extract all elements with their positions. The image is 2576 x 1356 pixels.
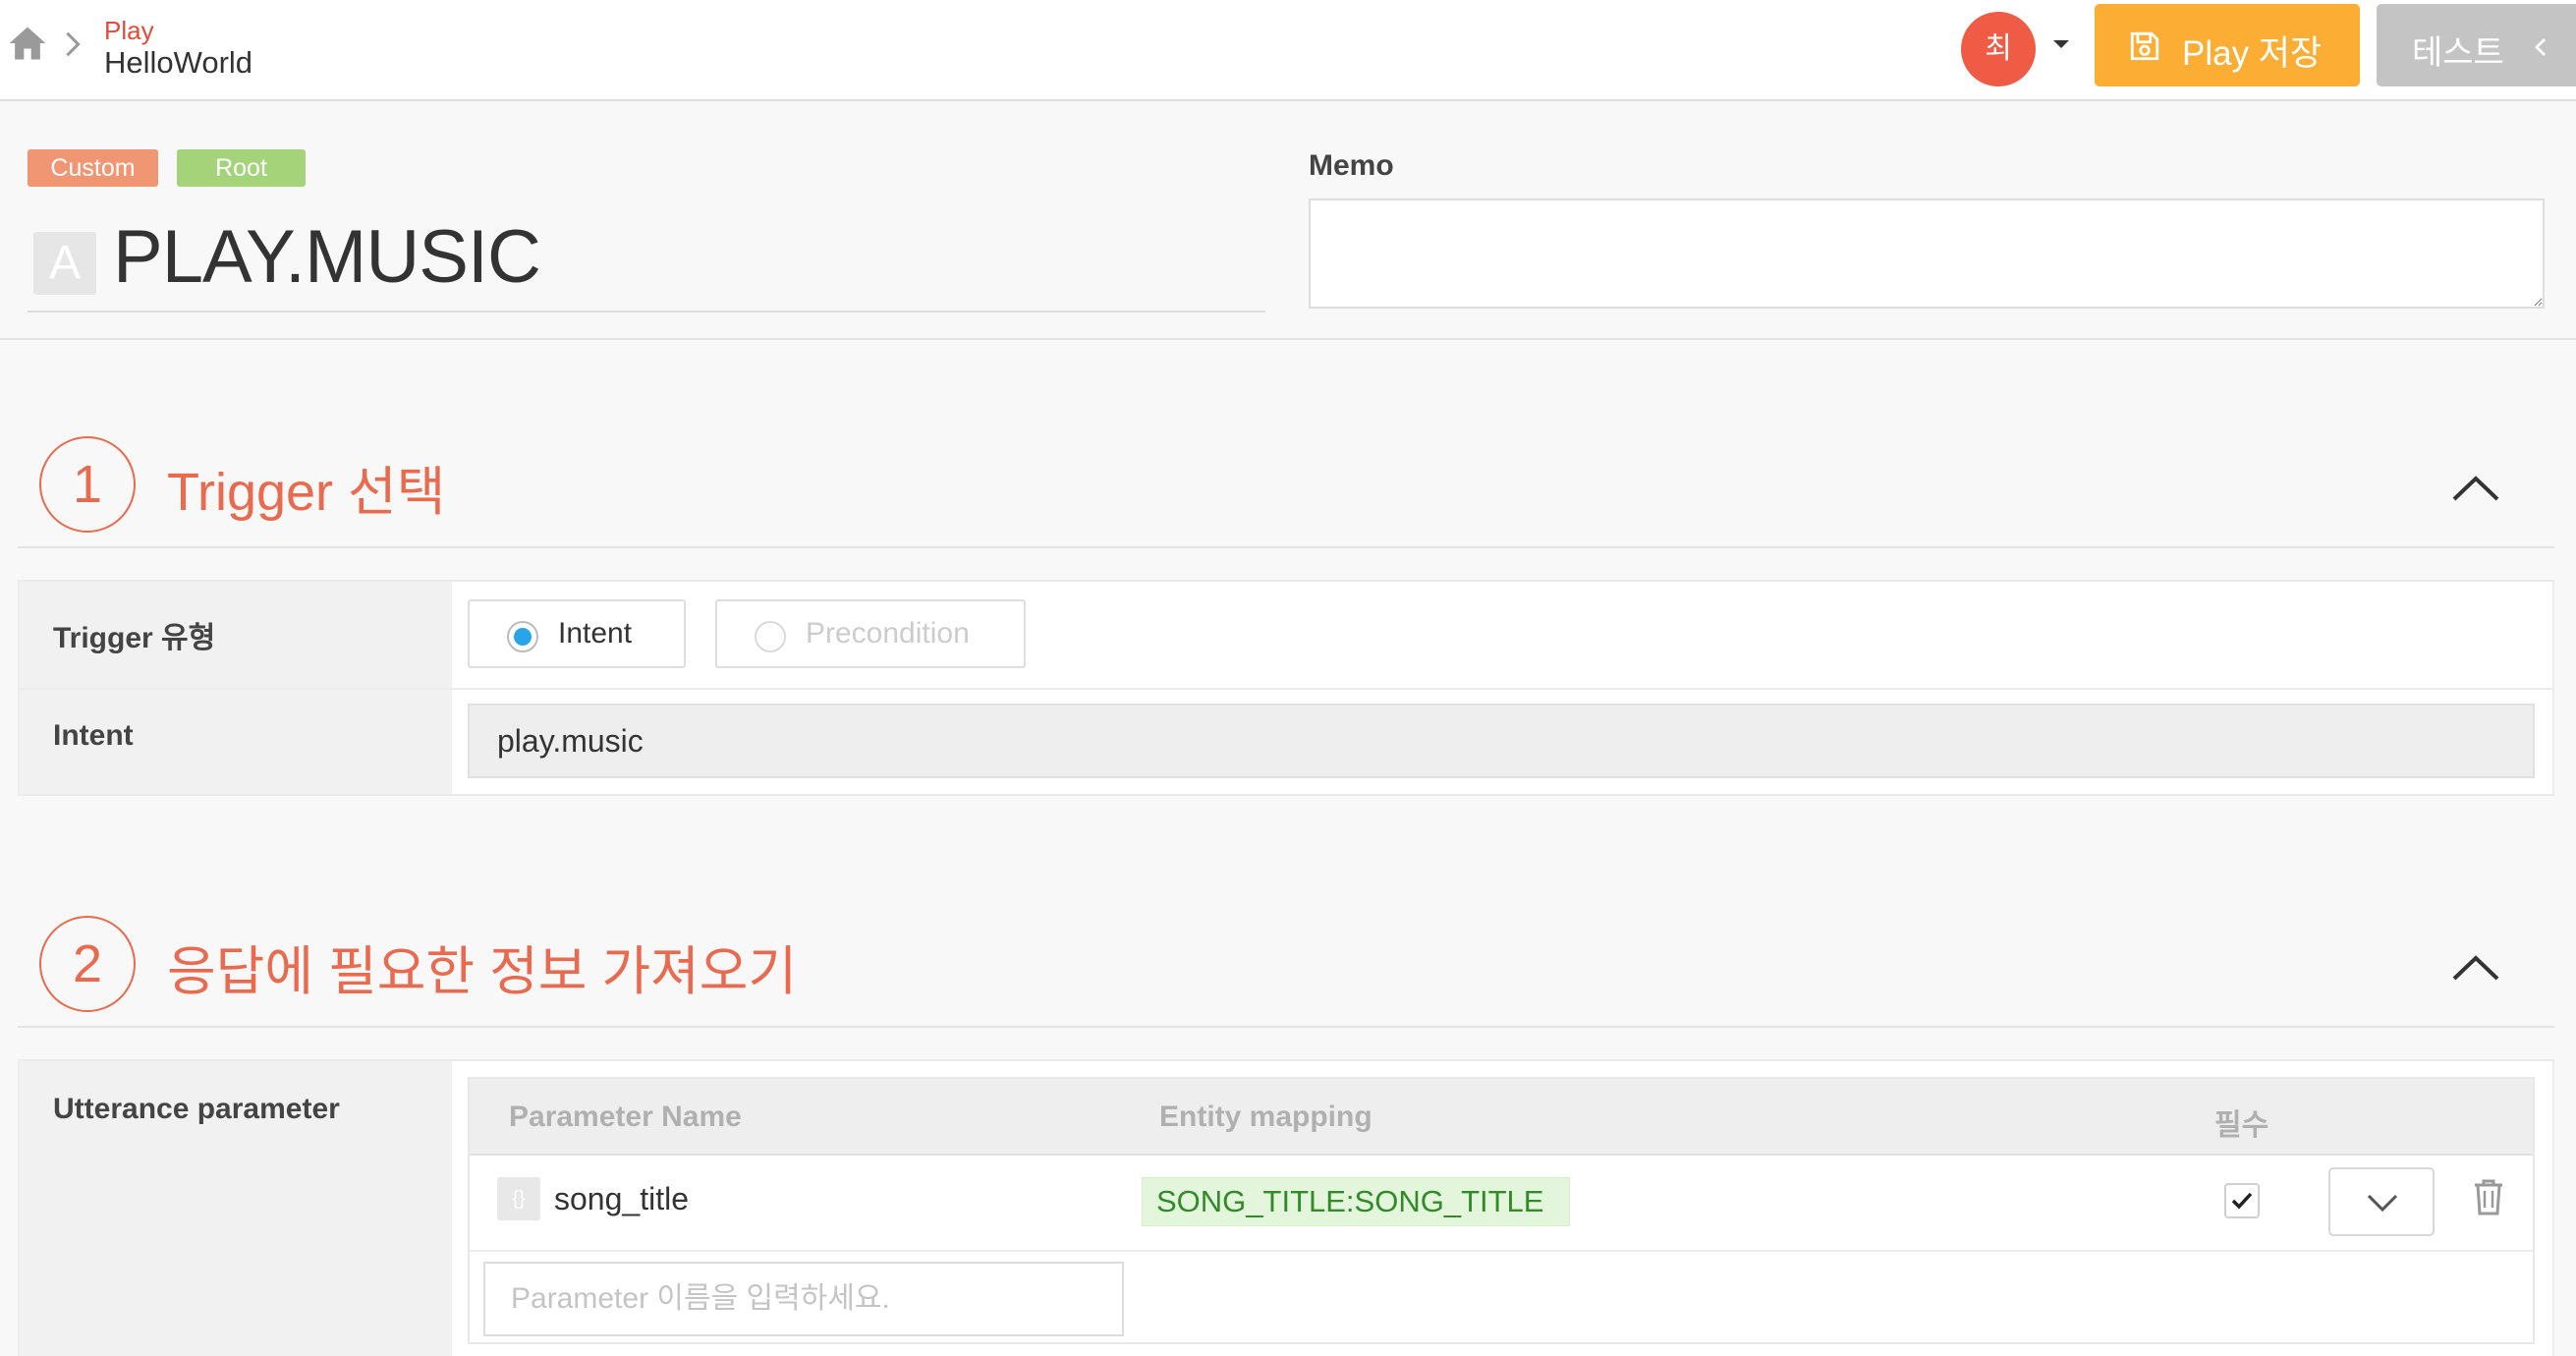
chevron-down-icon xyxy=(2367,1194,2398,1213)
radio-precondition[interactable]: Precondition xyxy=(715,599,1026,668)
floppy-disk-icon xyxy=(2130,31,2159,61)
chevron-left-icon xyxy=(2535,38,2546,56)
radio-intent[interactable]: Intent xyxy=(468,599,686,668)
row-divider xyxy=(20,688,2552,690)
home-icon[interactable] xyxy=(6,22,49,65)
section-divider xyxy=(18,1026,2554,1028)
parameter-name[interactable]: song_title xyxy=(554,1181,689,1217)
badge-root: Root xyxy=(177,149,306,187)
column-header-parameter-name: Parameter Name xyxy=(509,1101,742,1133)
section-divider xyxy=(18,546,2554,548)
required-checkbox[interactable] xyxy=(2224,1183,2260,1218)
chevron-up-icon[interactable] xyxy=(2450,474,2501,503)
column-header-entity-mapping: Entity mapping xyxy=(1159,1101,1372,1133)
intent-label: Intent xyxy=(53,719,134,752)
utterance-parameter-label: Utterance parameter xyxy=(53,1093,340,1125)
trigger-type-label: Trigger 유형 xyxy=(53,622,216,654)
radio-intent-label: Intent xyxy=(558,617,633,650)
section-title-fetch-info: 응답에 필요한 정보 가져오기 xyxy=(167,942,798,1001)
step-number-2: 2 xyxy=(39,916,136,1012)
section-title-trigger: Trigger 선택 xyxy=(167,463,446,522)
expand-row-button[interactable] xyxy=(2328,1167,2435,1236)
radio-unselected-icon xyxy=(755,621,786,652)
entity-mapping-tag[interactable]: SONG_TITLE:SONG_TITLE xyxy=(1142,1177,1570,1226)
row-divider xyxy=(470,1250,2533,1252)
table-header: Parameter Name Entity mapping 필수 xyxy=(470,1079,2533,1156)
top-bar: Play HelloWorld 최 Play 저장 테스트 xyxy=(0,0,2576,101)
chevron-right-icon xyxy=(66,31,81,57)
user-avatar[interactable]: 최 xyxy=(1961,12,2036,86)
braces-icon: {} xyxy=(497,1177,540,1220)
chevron-up-icon[interactable] xyxy=(2450,953,2501,983)
memo-label: Memo xyxy=(1309,149,1394,182)
radio-precondition-label: Precondition xyxy=(806,617,970,650)
checkmark-icon xyxy=(2231,1192,2253,1210)
header-divider xyxy=(0,338,2576,340)
test-panel-button[interactable]: 테스트 xyxy=(2377,4,2576,86)
step-number-1: 1 xyxy=(39,436,136,533)
parameter-table: Parameter Name Entity mapping 필수 {} song… xyxy=(468,1077,2535,1344)
trash-icon[interactable] xyxy=(2472,1177,2505,1216)
trigger-form: Trigger 유형 Intent Precondition Intent pl… xyxy=(18,580,2554,796)
test-label: 테스트 xyxy=(2412,34,2504,72)
new-parameter-input[interactable] xyxy=(483,1262,1124,1336)
page-title: PLAY.MUSIC xyxy=(113,215,541,299)
radio-selected-icon xyxy=(507,621,538,652)
badge-custom: Custom xyxy=(28,149,158,187)
memo-textarea[interactable] xyxy=(1309,198,2545,309)
breadcrumb-parent[interactable]: Play xyxy=(104,16,154,46)
save-play-button[interactable]: Play 저장 xyxy=(2095,4,2360,86)
breadcrumb-current: HelloWorld xyxy=(104,45,253,80)
play-type-icon: A xyxy=(33,232,96,295)
title-underline xyxy=(28,311,1265,312)
intent-value-field[interactable]: play.music xyxy=(468,704,2535,778)
column-header-required: 필수 xyxy=(2214,1109,2269,1142)
save-play-label: Play 저장 xyxy=(2182,34,2323,73)
caret-down-icon[interactable] xyxy=(2050,37,2072,51)
